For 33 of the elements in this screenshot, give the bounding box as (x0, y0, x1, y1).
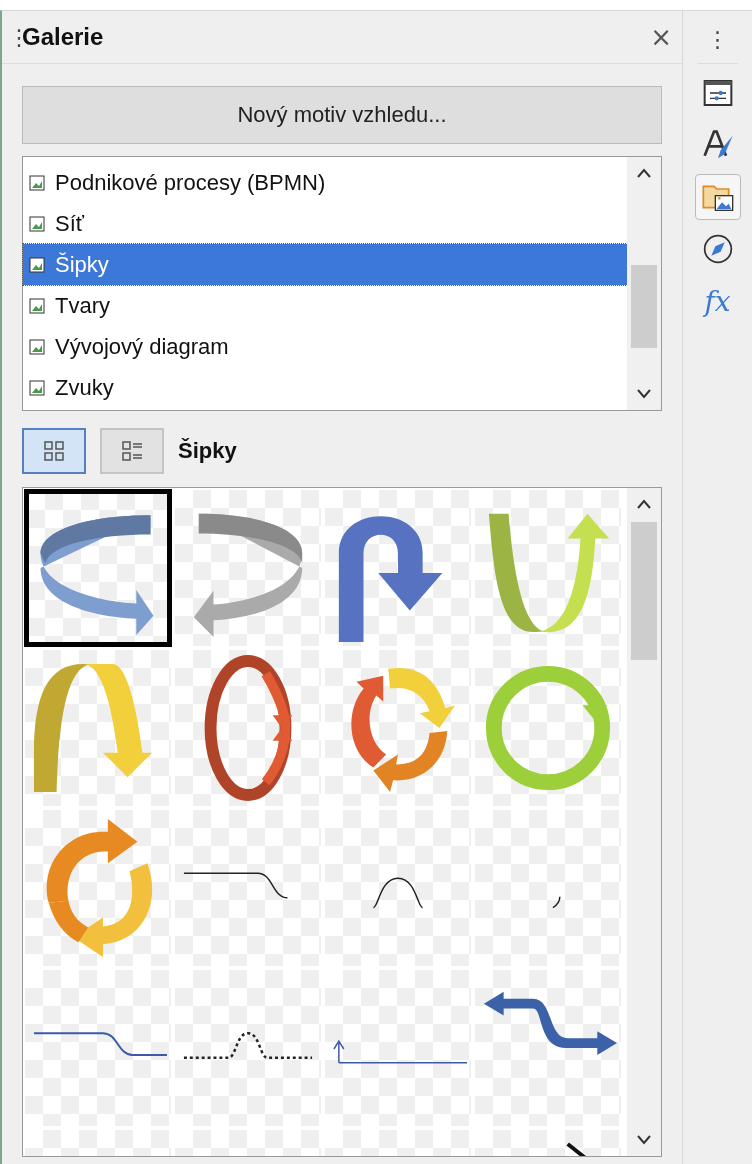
close-button[interactable]: × (646, 22, 676, 52)
icon-view-button[interactable] (22, 428, 86, 474)
list-view-icon (121, 440, 143, 462)
scrollbar-thumb[interactable] (631, 265, 657, 349)
sidebar-tab[interactable] (694, 174, 741, 220)
theme-list-item[interactable]: Podnikové procesy (BPMN) (23, 162, 627, 203)
current-theme-label: Šipky (178, 438, 237, 464)
arrow-thumbnail[interactable] (25, 650, 171, 806)
picture-icon (29, 379, 45, 396)
theme-list-item[interactable]: Vývojový diagram (23, 326, 627, 367)
theme-list-item[interactable]: Tvary (23, 285, 627, 326)
properties-icon (701, 77, 734, 109)
panel-title: Galerie (22, 23, 105, 51)
picture-icon (29, 297, 45, 314)
drag-handle[interactable]: ⋮ (8, 24, 22, 50)
theme-list-item[interactable]: Zvuky (23, 367, 627, 408)
sidebar-menu-button[interactable]: ⋮ (700, 15, 735, 63)
picture-icon (29, 215, 45, 232)
theme-list-item[interactable]: Šipky (23, 244, 627, 285)
sidebar-tab[interactable]: fx (694, 278, 741, 324)
new-theme-button[interactable]: Nový motiv vzhledu... (22, 86, 662, 144)
picture-icon (29, 256, 45, 273)
arrow-thumbnail[interactable] (25, 490, 171, 646)
scrollbar-thumb[interactable] (631, 522, 657, 660)
picture-icon (29, 174, 45, 191)
grid-view-icon (43, 440, 65, 462)
theme-list-item[interactable]: Síť (23, 203, 627, 244)
picture-icon (29, 338, 45, 355)
detail-view-button[interactable] (100, 428, 164, 474)
arrow-thumbnail[interactable] (175, 490, 321, 646)
functions-icon: fx (704, 284, 731, 318)
styles-icon (701, 129, 734, 161)
compass-icon (701, 233, 734, 265)
